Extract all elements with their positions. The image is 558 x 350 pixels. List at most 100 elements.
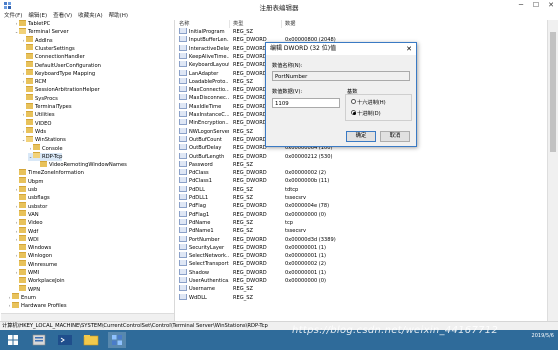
ok-button[interactable]: 确定 bbox=[346, 131, 376, 142]
folder-icon bbox=[26, 110, 33, 117]
value-row[interactable]: Password REG_SZ bbox=[176, 160, 547, 169]
tree-item[interactable]: › Enum bbox=[7, 293, 36, 302]
value-name-text: PdName bbox=[189, 219, 211, 226]
value-row[interactable]: PdFlag1 REG_DWORD 0x00000000 (0) bbox=[176, 210, 547, 219]
menu-favorites[interactable]: 收藏夹(A) bbox=[78, 12, 103, 20]
hex-radio-dot[interactable] bbox=[351, 99, 356, 104]
registry-tree[interactable]: › TabletPC ⌄ Terminal Server › AddIns ClusterS… bbox=[1, 20, 175, 321]
value-row[interactable]: WdDLL REG_SZ bbox=[176, 293, 547, 302]
list-vertical-scrollbar[interactable] bbox=[547, 20, 558, 321]
tree-item[interactable]: › Wds bbox=[21, 127, 46, 136]
value-row[interactable]: SelectNetwork... REG_DWORD 0x00000001 (1) bbox=[176, 252, 547, 260]
menu-edit[interactable]: 编辑(E) bbox=[28, 12, 47, 20]
binary-value-icon bbox=[179, 44, 187, 51]
tree-item[interactable]: › RCM bbox=[21, 77, 46, 86]
menu-file[interactable]: 文件(F) bbox=[4, 12, 22, 20]
value-row[interactable]: PdFlag REG_DWORD 0x0000004e (78) bbox=[176, 202, 547, 210]
folder-icon bbox=[19, 210, 26, 217]
minimize-button[interactable]: ─ bbox=[514, 0, 528, 11]
tree-item[interactable]: › WMI bbox=[14, 268, 39, 277]
cancel-button[interactable]: 取消 bbox=[380, 131, 410, 142]
menu-view[interactable]: 查看(V) bbox=[53, 12, 72, 20]
value-row[interactable]: PdDLL1 REG_SZ tssecsrv bbox=[176, 194, 547, 202]
hex-radio[interactable]: 十六进制(H) bbox=[351, 99, 386, 106]
tree-item[interactable]: › Hardware Profiles bbox=[7, 301, 67, 310]
folder-icon bbox=[40, 160, 47, 167]
tree-item[interactable]: › usb bbox=[14, 185, 37, 194]
value-row[interactable]: Username REG_SZ bbox=[176, 285, 547, 293]
tree-item[interactable]: › WDI bbox=[14, 235, 39, 244]
server-manager-icon[interactable] bbox=[30, 332, 48, 348]
tree-item[interactable]: SysProcs bbox=[21, 94, 58, 103]
value-name-field[interactable]: PortNumber bbox=[272, 71, 410, 81]
value-name-cell: SelectTransport bbox=[179, 260, 229, 268]
value-name-text: SelectNetwork... bbox=[189, 253, 229, 260]
value-type-cell: REG_DWORD bbox=[233, 203, 267, 210]
dialog-close-button[interactable]: ✕ bbox=[402, 43, 416, 55]
scrollbar-thumb[interactable] bbox=[550, 32, 556, 152]
tree-item[interactable]: TerminalTypes bbox=[21, 102, 72, 111]
tree-item[interactable]: › TabletPC bbox=[14, 20, 50, 28]
value-name-text: LanAdapter bbox=[189, 70, 219, 77]
column-header-data[interactable]: 数据 bbox=[282, 20, 547, 28]
value-row[interactable]: PortNumber REG_DWORD 0x00000d3d (3389) bbox=[176, 235, 547, 244]
tree-item[interactable]: ⌄ Terminal Server bbox=[14, 27, 69, 36]
column-header-type[interactable]: 类型 bbox=[230, 20, 282, 28]
value-name-cell: Username bbox=[179, 285, 229, 293]
regedit-taskbar-icon[interactable] bbox=[108, 332, 126, 348]
value-row[interactable]: SecurityLayer REG_DWORD 0x00000001 (1) bbox=[176, 243, 547, 252]
tree-item[interactable]: TimeZoneInformation bbox=[14, 168, 84, 177]
value-row[interactable]: PdName1 REG_SZ tssecsrv bbox=[176, 227, 547, 235]
binary-value-icon bbox=[179, 169, 187, 176]
tree-item[interactable]: usbflags bbox=[14, 193, 50, 202]
value-row[interactable]: UserAuthentica... REG_DWORD 0x00000000 (0) bbox=[176, 277, 547, 285]
taskbar-clock[interactable]: 2019/5/6 bbox=[532, 333, 554, 340]
tree-item[interactable]: ConnectionHandler bbox=[21, 52, 85, 61]
tree-item[interactable]: Ubpm bbox=[14, 177, 43, 186]
tree-item[interactable]: › usbstor bbox=[14, 202, 47, 211]
tree-item[interactable]: WPN bbox=[14, 285, 40, 294]
value-row[interactable]: PdClass1 REG_DWORD 0x0000000b (11) bbox=[176, 177, 547, 185]
folder-icon bbox=[26, 119, 33, 126]
tree-item[interactable]: Windows bbox=[14, 243, 51, 252]
tree-item[interactable]: › Console bbox=[28, 144, 63, 153]
menu-help[interactable]: 帮助(H) bbox=[109, 12, 128, 20]
tree-item[interactable]: ⌄ RDP-Tcp bbox=[28, 152, 63, 161]
tree-item[interactable]: › Video bbox=[14, 218, 43, 227]
tree-item[interactable]: › Wdf bbox=[14, 227, 38, 236]
binary-value-icon bbox=[179, 111, 187, 117]
tree-item[interactable]: ClusterSettings bbox=[21, 44, 75, 53]
maximize-button[interactable]: ☐ bbox=[529, 0, 543, 11]
dec-radio-dot[interactable] bbox=[351, 110, 356, 115]
column-header-name[interactable]: 名称 bbox=[176, 20, 230, 28]
tree-item[interactable]: › AddIns bbox=[21, 36, 53, 45]
tree-item[interactable]: DefaultUserConfiguration bbox=[21, 61, 101, 70]
value-row[interactable]: SelectTransport REG_DWORD 0x00000002 (2) bbox=[176, 260, 547, 268]
close-button[interactable]: ✕ bbox=[544, 0, 558, 11]
value-row[interactable]: Shadow REG_DWORD 0x00000001 (1) bbox=[176, 268, 547, 277]
tree-item[interactable]: VideoRemotingWindowNames bbox=[35, 160, 127, 169]
powershell-icon[interactable] bbox=[56, 332, 74, 348]
value-row[interactable]: PdDLL REG_SZ tdtcp bbox=[176, 185, 547, 194]
tree-item[interactable]: VIDEO bbox=[21, 119, 51, 128]
tree-item[interactable]: SessionArbitrationHelper bbox=[21, 85, 100, 94]
value-data-input[interactable]: 1109 bbox=[272, 98, 340, 108]
folder-icon bbox=[19, 185, 26, 192]
tree-item[interactable]: WorkplaceJoin bbox=[14, 276, 65, 285]
value-row[interactable]: OutBufLength REG_DWORD 0x00000212 (530) bbox=[176, 152, 547, 161]
dec-radio[interactable]: 十进制(D) bbox=[351, 110, 381, 117]
tree-item[interactable]: › Utilities bbox=[21, 110, 55, 119]
tree-item[interactable]: ⌄ WinStations bbox=[21, 135, 66, 144]
tree-item[interactable]: › KeyboardType Mapping bbox=[21, 69, 95, 78]
value-row[interactable]: PdName REG_SZ tcp bbox=[176, 218, 547, 227]
value-row[interactable]: PdClass REG_DWORD 0x00000002 (2) bbox=[176, 169, 547, 177]
file-explorer-icon[interactable] bbox=[82, 332, 100, 348]
start-windows-icon[interactable] bbox=[4, 332, 22, 348]
edit-dword-dialog: 编辑 DWORD (32 位)值 ✕ 数值名称(N): PortNumber 数… bbox=[265, 42, 417, 147]
value-name-text: InputBufferLen... bbox=[189, 37, 229, 44]
tree-item[interactable]: › Winlogon bbox=[14, 251, 52, 260]
tree-item[interactable]: Winresume bbox=[14, 260, 57, 269]
dec-radio-label: 十进制(D) bbox=[357, 111, 381, 117]
value-row[interactable]: InitialProgram REG_SZ bbox=[176, 28, 547, 36]
tree-item[interactable]: VAN bbox=[14, 210, 39, 219]
